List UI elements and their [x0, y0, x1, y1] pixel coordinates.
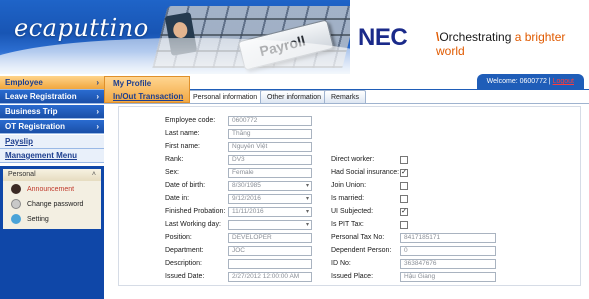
sidebar-item-label: Business Trip	[5, 107, 58, 116]
sidebar-item-payslip[interactable]: Payslip	[0, 135, 104, 149]
personal-panel: Personal ˄ Announcement Change password …	[0, 166, 104, 299]
employee-code-label: Employee code:	[165, 117, 216, 124]
first-name-label: First name:	[165, 143, 201, 150]
personal-info-form: Employee code: 0600772 Last name: Thắng …	[118, 106, 581, 286]
change-password-link[interactable]: Change password	[11, 198, 83, 212]
change-password-label: Change password	[27, 201, 84, 208]
employee-code-field[interactable]: 0600772	[228, 116, 312, 126]
description-label: Description:	[165, 260, 202, 267]
banner-gloss	[0, 38, 350, 74]
setting-link[interactable]: Setting	[11, 213, 49, 227]
direct-worker-checkbox[interactable]	[400, 156, 408, 164]
personal-panel-title: Personal	[8, 171, 36, 178]
app-logo[interactable]: ecaputtino	[14, 14, 149, 42]
chevron-right-icon: ›	[96, 107, 99, 116]
announcement-icon	[11, 184, 21, 195]
personal-tax-no-label: Personal Tax No:	[331, 234, 385, 241]
id-no-field[interactable]: 363847676	[400, 259, 496, 269]
finished-probation-label: Finished Probation:	[165, 208, 226, 215]
sidebar-item-business-trip[interactable]: Business Trip ›	[0, 105, 104, 119]
setting-icon	[11, 214, 21, 225]
sex-field[interactable]: Female	[228, 168, 312, 178]
sidebar-item-label: OT Registration	[5, 122, 66, 131]
sidebar-item-management-menu[interactable]: Management Menu	[0, 149, 104, 163]
date-in-picker[interactable]: 9/12/2016	[228, 194, 312, 204]
welcome-text: Welcome: 0600772 |	[486, 78, 553, 85]
setting-label: Setting	[27, 216, 49, 223]
date-of-birth-label: Date of birth:	[165, 182, 206, 189]
tagline: \Orchestrating a brighter world	[436, 30, 589, 58]
is-married-checkbox[interactable]	[400, 195, 408, 203]
date-of-birth-value: 8/30/1985	[232, 182, 261, 189]
last-working-day-picker[interactable]	[228, 220, 312, 230]
employee-submenu: My Profile In/Out Transaction	[104, 76, 190, 103]
issued-place-field[interactable]: Hậu Giang	[400, 272, 496, 282]
tab-personal-information[interactable]: Personal information	[186, 90, 265, 103]
sidebar-item-leave-registration[interactable]: Leave Registration ›	[0, 90, 104, 104]
rank-field[interactable]: DV3	[228, 155, 312, 165]
sidebar-item-label: Employee	[5, 78, 43, 87]
date-in-value: 9/12/2016	[232, 195, 261, 202]
dependent-person-label: Dependent Person:	[331, 247, 392, 254]
personal-panel-body: Announcement Change password Setting	[3, 181, 101, 229]
first-name-field[interactable]: Nguyễn Việt	[228, 142, 312, 152]
position-field[interactable]: DEVELOPER	[228, 233, 312, 243]
banner-artwork: Payroll ecaputtino	[0, 0, 350, 74]
announcement-link[interactable]: Announcement	[11, 183, 74, 197]
chevron-right-icon: ›	[96, 122, 99, 131]
sidebar-item-employee[interactable]: Employee ›	[0, 76, 104, 90]
last-name-field[interactable]: Thắng	[228, 129, 312, 139]
issued-date-field[interactable]: 2/27/2012 12:00:00 AM	[228, 272, 312, 282]
sidebar-item-label: Leave Registration	[5, 92, 77, 101]
social-insurance-checkbox[interactable]: ✓	[400, 169, 408, 177]
rank-label: Rank:	[165, 156, 184, 163]
header-banner: Payroll ecaputtino NEC \Orchestrating a …	[0, 0, 589, 74]
last-working-day-label: Last Working day:	[165, 221, 221, 228]
ui-subjected-checkbox[interactable]: ✓	[400, 208, 408, 216]
submenu-my-profile[interactable]: My Profile	[105, 77, 191, 90]
welcome-badge: Welcome: 0600772 | Logout	[476, 74, 584, 90]
department-label: Department:	[165, 247, 204, 254]
tab-underline	[104, 103, 589, 104]
change-password-icon	[11, 199, 21, 210]
sidebar-item-ot-registration[interactable]: OT Registration ›	[0, 120, 104, 134]
last-name-label: Last name:	[165, 130, 200, 137]
issued-place-label: Issued Place:	[331, 273, 374, 280]
date-in-label: Date in:	[165, 195, 190, 202]
issued-date-label: Issued Date:	[165, 273, 205, 280]
tab-other-information[interactable]: Other information	[260, 90, 329, 103]
tagline-start: Orchestrating	[439, 30, 515, 44]
department-field[interactable]: JOC	[228, 246, 312, 256]
social-insurance-label: Had Social insurance:	[331, 169, 400, 176]
dependent-person-field[interactable]: 0	[400, 246, 496, 256]
chevron-right-icon: ›	[96, 78, 99, 87]
direct-worker-label: Direct worker:	[331, 156, 375, 163]
description-field[interactable]	[228, 259, 312, 269]
is-pit-tax-label: Is PIT Tax:	[331, 221, 364, 228]
submenu-in-out-transaction[interactable]: In/Out Transaction	[105, 90, 191, 103]
chevron-right-icon: ›	[96, 92, 99, 101]
finished-probation-picker[interactable]: 11/11/2016	[228, 207, 312, 217]
ui-subjected-label: UI Subjected:	[331, 208, 374, 215]
app-window: { "banner": { "logo": "ecaputtino", "pay…	[0, 0, 589, 299]
id-no-label: ID No:	[331, 260, 351, 267]
logout-link[interactable]: Logout	[553, 78, 574, 85]
sex-label: Sex:	[165, 169, 180, 176]
date-of-birth-picker[interactable]: 8/30/1985	[228, 181, 312, 191]
personal-tax-no-field[interactable]: 8417185171	[400, 233, 496, 243]
announcement-label: Announcement	[27, 186, 75, 193]
join-union-label: Join Union:	[331, 182, 367, 189]
position-label: Position:	[165, 234, 192, 241]
tab-remarks[interactable]: Remarks	[324, 90, 367, 103]
join-union-checkbox[interactable]	[400, 182, 408, 190]
personal-panel-header[interactable]: Personal ˄	[3, 169, 101, 181]
finished-probation-value: 11/11/2016	[232, 208, 264, 215]
nec-logo: NEC	[358, 24, 408, 51]
collapse-caret-icon[interactable]: ˄	[92, 169, 96, 181]
is-pit-tax-checkbox[interactable]	[400, 221, 408, 229]
is-married-label: Is married:	[331, 195, 365, 202]
